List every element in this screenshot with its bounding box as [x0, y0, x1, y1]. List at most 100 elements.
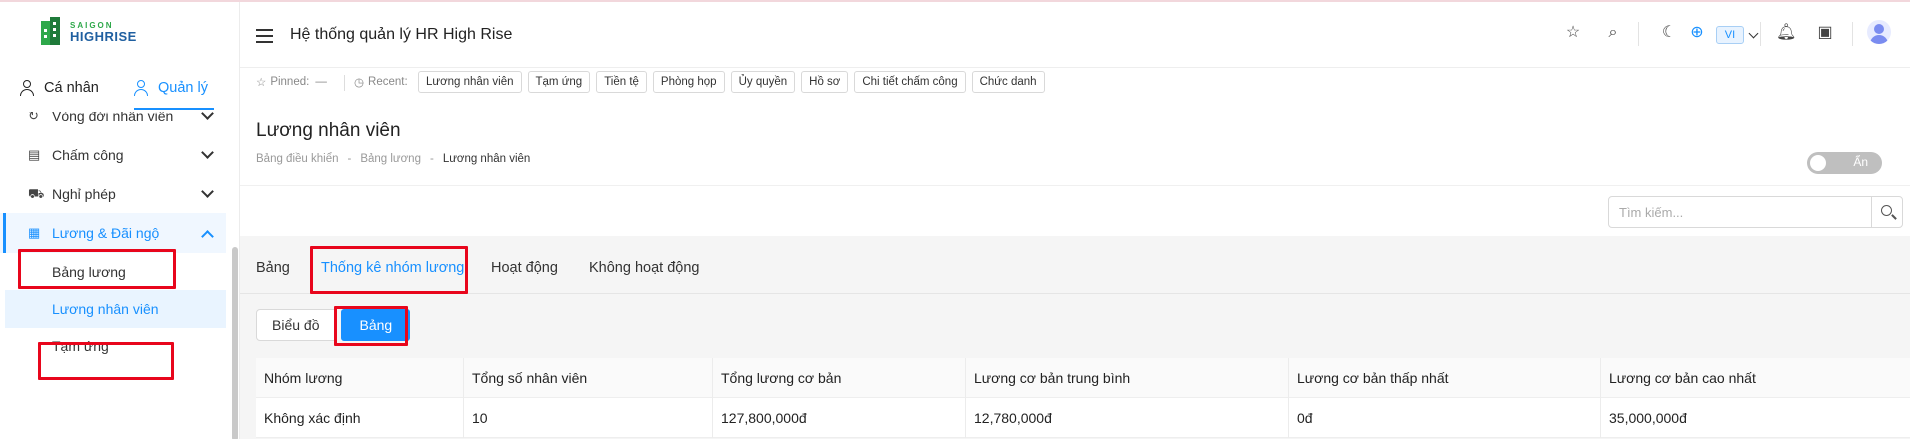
column-header[interactable]: Lương cơ bản trung bình: [966, 358, 1289, 398]
column-header[interactable]: Lương cơ bản cao nhất: [1601, 358, 1910, 398]
recent-chips: Lương nhân viên Tạm ứng Tiền tệ Phòng họ…: [418, 71, 1051, 93]
recent-chip[interactable]: Tiền tệ: [596, 71, 647, 93]
chevron-down-icon: [201, 112, 214, 120]
breadcrumb-link[interactable]: Bảng điều khiển: [256, 153, 338, 165]
pin-icon: ☆: [256, 77, 267, 89]
search-button[interactable]: [1871, 196, 1903, 228]
tab-personal[interactable]: Cá nhân: [20, 74, 99, 102]
table-cell: 12,780,000đ: [966, 398, 1289, 438]
tab-active-indicator: [134, 108, 214, 110]
calendar-icon[interactable]: ▣: [1816, 24, 1834, 42]
divider: [1852, 22, 1853, 46]
sidebar-item-payroll[interactable]: ▦ Lương & Đãi ngộ: [0, 213, 226, 253]
tab-table[interactable]: Bảng: [256, 260, 290, 276]
sidebar-subitem-label: Lương nhân viên: [52, 301, 159, 317]
sidebar-subitem-employee-salary[interactable]: Lương nhân viên: [5, 290, 226, 328]
breadcrumb-separator: -: [347, 153, 352, 165]
recent-chip[interactable]: Chi tiết chấm công: [854, 71, 966, 93]
sidebar-item-timesheet[interactable]: ▤ Chấm công: [0, 135, 226, 175]
recent-section: ◷ Recent:: [354, 75, 408, 89]
toggle-label: Ẩn: [1853, 155, 1868, 169]
breadcrumb-separator: -: [429, 153, 434, 165]
star-icon[interactable]: ☆: [1564, 24, 1582, 42]
recent-label: Recent:: [368, 76, 408, 88]
table-cell: 127,800,000đ: [713, 398, 966, 438]
table-row[interactable]: Không xác định 10 127,800,000đ 12,780,00…: [256, 398, 1910, 438]
page-header: Lương nhân viên Bảng điều khiển - Bảng l…: [240, 100, 1910, 186]
recent-chip[interactable]: Phòng họp: [652, 71, 725, 93]
plus-circle-icon[interactable]: ⊕: [1688, 24, 1706, 42]
column-header[interactable]: Lương cơ bản thấp nhất: [1289, 358, 1601, 398]
header-actions: ☆ ⌕ ☾ ⊕ VI 🔔︎ ▣: [1490, 2, 1910, 68]
sidebar-item-label: Nghỉ phép: [52, 186, 116, 202]
breadcrumb-link[interactable]: Bảng lương: [360, 153, 421, 165]
sidebar-subitem-advance[interactable]: Tạm ứng: [5, 327, 226, 365]
divider: [344, 75, 345, 91]
table-view-button[interactable]: Bảng: [341, 309, 411, 341]
building-logo-icon: [38, 17, 64, 47]
tab-manage-label: Quản lý: [158, 80, 208, 96]
clock-icon: ◷: [354, 77, 365, 89]
saigon-highrise-logo[interactable]: SAIGON HIGHRISE: [38, 16, 168, 48]
search-icon: [1881, 205, 1892, 216]
column-header[interactable]: Tổng lương cơ bản: [713, 358, 966, 398]
recent-chip[interactable]: Hồ sơ: [801, 71, 849, 93]
view-tabs: Bảng Thống kê nhóm lương Hoạt động Không…: [240, 236, 1910, 294]
sidebar-item-label: Chấm công: [52, 147, 124, 163]
column-header[interactable]: Nhóm lương: [256, 358, 464, 398]
divider: [1638, 22, 1639, 46]
breadcrumb: Bảng điều khiển - Bảng lương - Lương nhâ…: [256, 153, 530, 165]
recent-chip[interactable]: Chức danh: [971, 71, 1045, 93]
menu-toggle-icon[interactable]: [256, 29, 273, 43]
user-icon: [134, 80, 148, 96]
table-cell: 0đ: [1289, 398, 1601, 438]
divider: [1760, 22, 1761, 46]
sidebar-item-leave[interactable]: ⛟ Nghỉ phép: [0, 174, 226, 214]
sidebar-subitem-payroll-sheet[interactable]: Bảng lương: [5, 253, 226, 291]
sidebar-scrollbar[interactable]: [232, 247, 238, 439]
pinned-label: Pinned:: [270, 76, 310, 88]
page-title: Lương nhân viên: [256, 120, 401, 141]
recent-chip[interactable]: Ủy quyền: [730, 71, 796, 93]
content-panel: Bảng Thống kê nhóm lương Hoạt động Không…: [240, 236, 1910, 439]
chevron-up-icon: [201, 230, 214, 243]
search-icon[interactable]: ⌕: [1604, 24, 1622, 42]
language-selector[interactable]: VI: [1716, 25, 1759, 45]
search-box: [1608, 196, 1903, 228]
logo-line2: HIGHRISE: [70, 28, 137, 44]
recent-chip[interactable]: Tạm ứng: [527, 71, 591, 93]
tab-inactive[interactable]: Không hoạt động: [589, 260, 699, 276]
search-input[interactable]: [1608, 196, 1872, 228]
sidebar-item-label: Vòng đời nhân viên: [52, 112, 174, 124]
table-cell: 10: [464, 398, 713, 438]
chevron-down-icon: [201, 146, 214, 159]
moon-icon[interactable]: ☾: [1660, 24, 1678, 42]
chevron-down-icon: [1748, 28, 1759, 38]
tab-manage[interactable]: Quản lý: [134, 74, 208, 102]
tab-active[interactable]: Hoạt động: [491, 260, 558, 276]
avatar[interactable]: [1867, 20, 1891, 44]
loop-icon: ↻: [28, 112, 39, 123]
timesheet-icon: ▤: [28, 147, 41, 162]
chart-view-button[interactable]: Biểu đồ: [256, 309, 336, 341]
column-header[interactable]: Tổng số nhân viên: [464, 358, 713, 398]
table-cell: Không xác định: [256, 398, 464, 438]
app-title: Hệ thống quản lý HR High Rise: [290, 26, 513, 43]
user-icon: [20, 80, 34, 96]
recent-chip[interactable]: Lương nhân viên: [418, 71, 522, 93]
language-badge: VI: [1716, 26, 1744, 44]
sidebar-subitem-label: Bảng lương: [52, 264, 126, 280]
car-icon: ⛟: [28, 186, 45, 201]
top-header: Hệ thống quản lý HR High Rise ☆ ⌕ ☾ ⊕ VI…: [240, 2, 1910, 68]
chevron-down-icon: [201, 185, 214, 198]
tab-personal-label: Cá nhân: [44, 80, 99, 96]
bell-icon[interactable]: 🔔︎: [1776, 24, 1796, 42]
sidebar-item-employee-lifecycle[interactable]: ↻ Vòng đời nhân viên: [0, 112, 226, 136]
sidebar-subitem-label: Tạm ứng: [52, 338, 109, 354]
sidebar-item-label: Lương & Đãi ngộ: [52, 225, 160, 241]
salary-group-table: Nhóm lương Tổng số nhân viên Tổng lương …: [256, 358, 1910, 438]
hide-toggle[interactable]: Ẩn: [1807, 152, 1882, 174]
toggle-knob: [1810, 155, 1826, 171]
tab-salary-group-stats[interactable]: Thống kê nhóm lương: [321, 260, 464, 276]
view-switch: Biểu đồ Bảng: [256, 309, 411, 341]
